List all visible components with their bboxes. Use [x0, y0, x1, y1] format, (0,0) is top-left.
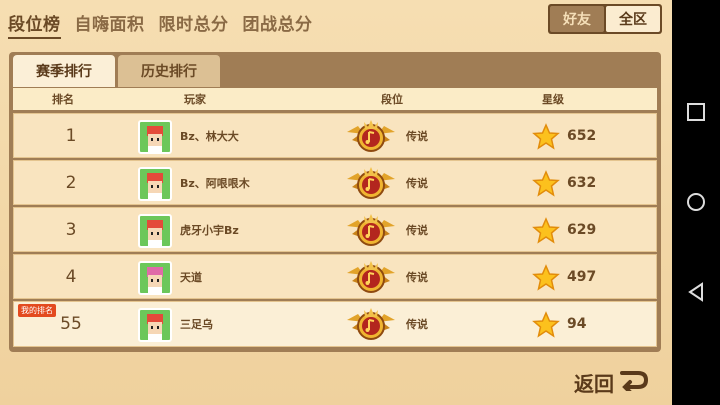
player-name: 三足乌 [180, 318, 213, 331]
legend-tier-badge-icon [344, 306, 398, 344]
ranking-panel: 赛季排行 历史排行 排名 玩家 段位 星级 1 Bz、林大大 传说 652 2 [9, 52, 661, 352]
tab-season-ranking[interactable]: 赛季排行 [13, 55, 115, 87]
android-nav-bar [672, 0, 720, 405]
legend-tier-badge-icon [344, 118, 398, 156]
back-nav-icon[interactable] [686, 282, 706, 302]
star-icon [532, 217, 560, 245]
column-tier: 段位 [381, 93, 403, 106]
tab-timed-score[interactable]: 限时总分 [159, 10, 229, 39]
legend-tier-badge-icon [344, 212, 398, 250]
star-icon [532, 123, 560, 151]
star-count: 632 [567, 174, 597, 191]
back-label: 返回 [574, 372, 614, 396]
sub-tabs: 赛季排行 历史排行 [13, 55, 220, 87]
star-icon [532, 170, 560, 198]
rank-number: 1 [65, 125, 77, 146]
all-server-button[interactable]: 全区 [606, 6, 660, 32]
player-name: Bz、林大大 [180, 129, 239, 143]
tab-history-ranking[interactable]: 历史排行 [118, 55, 220, 87]
ranking-list: 1 Bz、林大大 传说 652 2 Bz、阿哏哏木 传说 632 3 虎牙小宇B… [13, 113, 657, 349]
legend-tier-badge-icon [344, 165, 398, 203]
table-header: 排名 玩家 段位 星级 [13, 88, 657, 110]
tier-name: 传说 [406, 318, 428, 331]
avatar [138, 214, 172, 248]
star-count: 652 [567, 127, 597, 144]
player-name: 天道 [180, 270, 202, 284]
leaderboard-screen: 段位榜 自嗨面积 限时总分 团战总分 好友 全区 赛季排行 历史排行 排名 玩家… [0, 0, 672, 405]
table-row[interactable]: 3 虎牙小宇Bz 传说 629 [13, 207, 657, 252]
friends-button[interactable]: 好友 [550, 6, 604, 32]
column-stars: 星级 [542, 93, 564, 106]
home-icon[interactable] [686, 192, 706, 212]
star-icon [532, 311, 560, 339]
rank-number: 4 [65, 266, 77, 287]
legend-tier-badge-icon [344, 259, 398, 297]
tab-tier-ranking[interactable]: 段位榜 [8, 10, 61, 39]
back-button[interactable]: 返回 [574, 368, 650, 397]
tier-name: 传说 [406, 176, 428, 190]
tier-name: 传说 [406, 270, 428, 284]
tier-name: 传说 [406, 129, 428, 143]
player-name: 虎牙小宇Bz [180, 223, 239, 237]
avatar [138, 167, 172, 201]
column-player: 玩家 [184, 93, 206, 106]
back-arrow-icon [618, 369, 650, 396]
star-count: 497 [567, 268, 597, 285]
star-count: 94 [567, 316, 587, 332]
star-icon [532, 264, 560, 292]
tier-name: 传说 [406, 223, 428, 237]
table-row[interactable]: 2 Bz、阿哏哏木 传说 632 [13, 160, 657, 205]
avatar [138, 120, 172, 154]
rank-number: 55 [60, 314, 82, 334]
scope-toggle: 好友 全区 [548, 4, 662, 34]
rank-number: 2 [65, 172, 77, 193]
my-ranking-row[interactable]: 我的排名 55 三足乌 传说 94 [13, 301, 657, 347]
recent-apps-icon[interactable] [686, 102, 706, 122]
top-tabs: 段位榜 自嗨面积 限时总分 团战总分 [8, 10, 313, 39]
rank-number: 3 [65, 219, 77, 240]
avatar [138, 308, 172, 342]
tab-self-area[interactable]: 自嗨面积 [75, 10, 145, 39]
table-row[interactable]: 4 天道 传说 497 [13, 254, 657, 299]
table-row[interactable]: 1 Bz、林大大 传说 652 [13, 113, 657, 158]
column-rank: 排名 [52, 93, 74, 106]
player-name: Bz、阿哏哏木 [180, 176, 250, 190]
star-count: 629 [567, 221, 597, 238]
avatar [138, 261, 172, 295]
tab-team-score[interactable]: 团战总分 [243, 10, 313, 39]
